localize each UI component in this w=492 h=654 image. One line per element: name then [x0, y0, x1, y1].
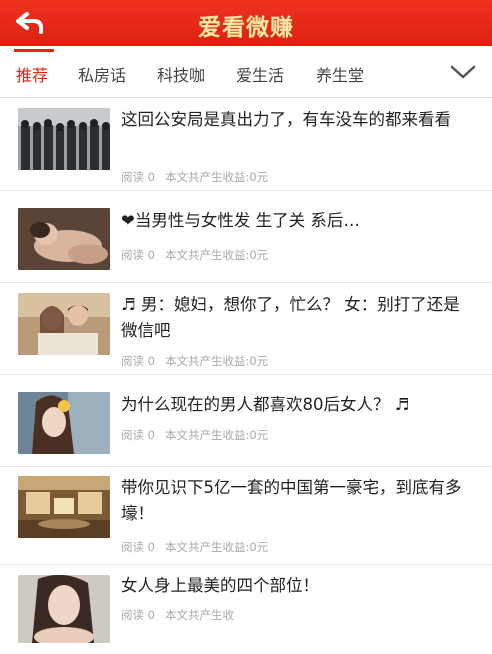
expand-tabs-button[interactable]	[448, 62, 478, 82]
list-item[interactable]: 这回公安局是真出力了，有车没车的都来看看 阅读 0 本文共产生收益:0元	[0, 99, 492, 191]
article-title: 带你见识下5亿一套的中国第一豪宅，到底有多壕！	[121, 478, 462, 523]
read-count: 阅读 0	[121, 608, 155, 622]
article-meta: 阅读 0 本文共产生收	[121, 607, 244, 623]
tab-private-talk[interactable]: 私房话	[78, 62, 126, 86]
article-thumbnail	[18, 293, 110, 355]
article-meta: 阅读 0 本文共产生收益:0元	[121, 539, 278, 555]
article-thumbnail	[18, 575, 110, 643]
article-meta: 阅读 0 本文共产生收益:0元	[121, 427, 278, 443]
earnings-text: 本文共产生收益:0元	[164, 354, 269, 368]
read-count: 阅读 0	[121, 170, 155, 184]
article-title: 女人身上最美的四个部位！	[121, 576, 319, 595]
category-tabs: 推荐 私房话 科技咖 爱生活 养生堂	[0, 46, 492, 98]
tab-tech[interactable]: 科技咖	[157, 62, 205, 86]
tab-health[interactable]: 养生堂	[316, 62, 364, 86]
article-thumbnail	[18, 392, 110, 454]
article-thumbnail	[18, 208, 110, 270]
list-item[interactable]: 为什么现在的男人都喜欢80后女人？ ♬ 阅读 0 本文共产生收益:0元	[0, 375, 492, 467]
article-meta: 阅读 0 本文共产生收益:0元	[121, 247, 278, 263]
earnings-text: 本文共产生收益:0元	[164, 428, 269, 442]
active-tab-indicator	[14, 49, 54, 52]
read-count: 阅读 0	[121, 428, 155, 442]
article-title: 这回公安局是真出力了，有车没车的都来看看	[121, 110, 451, 129]
list-item[interactable]: ♬ 男：媳妇，想你了，忙么？ 女：别打了还是微信吧 阅读 0 本文共产生收益:0元	[0, 283, 492, 375]
read-count: 阅读 0	[121, 540, 155, 554]
app-header: 爱看微赚	[0, 0, 492, 46]
tab-love-life[interactable]: 爱生活	[236, 62, 284, 86]
list-item[interactable]: 女人身上最美的四个部位！ 阅读 0 本文共产生收	[0, 565, 492, 654]
article-title: 为什么现在的男人都喜欢80后女人？ ♬	[121, 395, 410, 414]
list-item[interactable]: ❤当男性与女性发 生了关 系后… 阅读 0 本文共产生收益:0元	[0, 191, 492, 283]
earnings-text: 本文共产生收益:0元	[164, 248, 269, 262]
article-thumbnail	[18, 476, 110, 538]
earnings-text: 本文共产生收益:0元	[164, 540, 269, 554]
article-title: ♬ 男：媳妇，想你了，忙么？ 女：别打了还是微信吧	[121, 295, 460, 340]
read-count: 阅读 0	[121, 248, 155, 262]
list-item[interactable]: 带你见识下5亿一套的中国第一豪宅，到底有多壕！ 阅读 0 本文共产生收益:0元	[0, 467, 492, 565]
article-thumbnail	[18, 108, 110, 170]
article-meta: 阅读 0 本文共产生收益:0元	[121, 169, 278, 185]
article-title: ❤当男性与女性发 生了关 系后…	[121, 211, 360, 230]
earnings-text: 本文共产生收益:0元	[164, 170, 269, 184]
tab-recommend[interactable]: 推荐	[16, 62, 48, 86]
earnings-text: 本文共产生收	[164, 608, 234, 622]
read-count: 阅读 0	[121, 354, 155, 368]
chevron-down-icon	[450, 65, 476, 79]
article-meta: 阅读 0 本文共产生收益:0元	[121, 353, 278, 369]
page-title: 爱看微赚	[198, 15, 294, 41]
